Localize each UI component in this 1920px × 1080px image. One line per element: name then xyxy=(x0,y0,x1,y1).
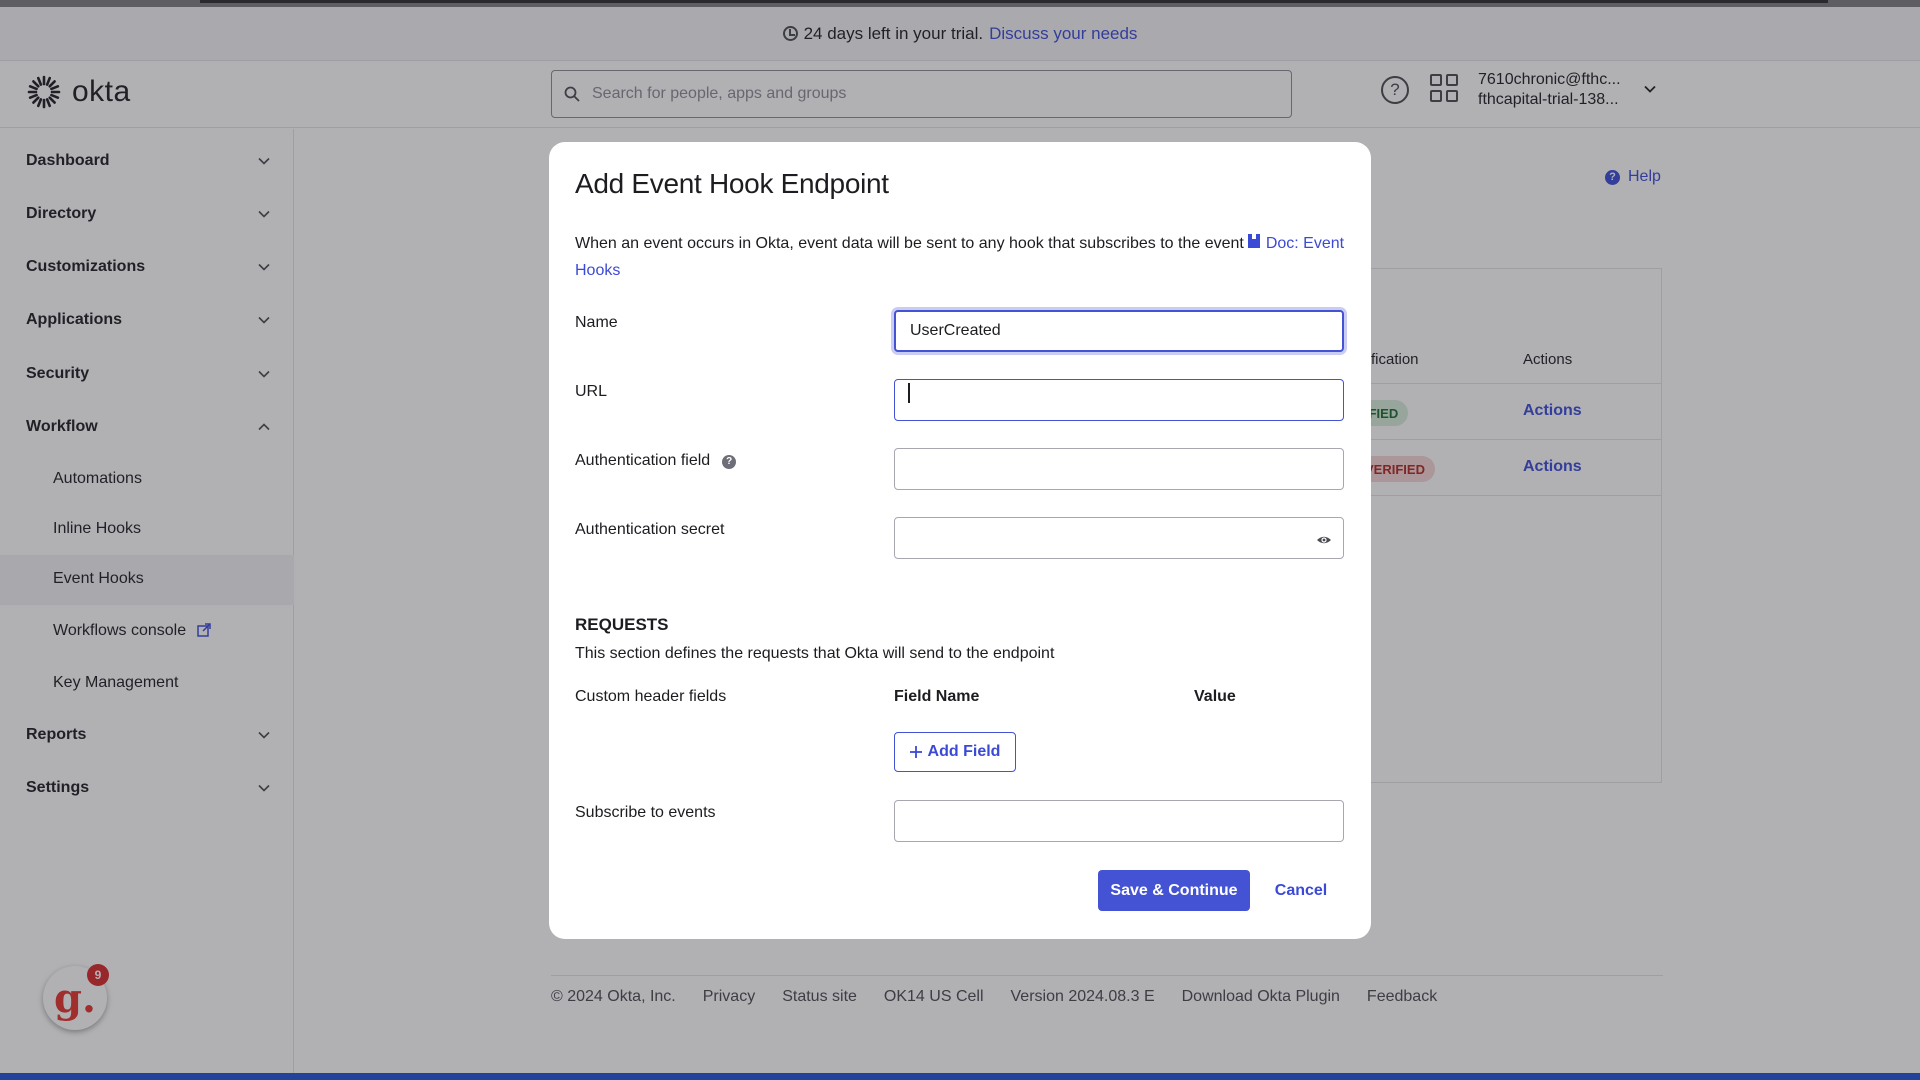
auth-secret-input[interactable] xyxy=(894,517,1344,559)
text-caret xyxy=(908,383,910,403)
field-name-header: Field Name xyxy=(894,688,980,705)
show-password-eye-icon[interactable] xyxy=(1316,532,1332,548)
subscribe-label: Subscribe to events xyxy=(575,804,716,821)
url-field[interactable] xyxy=(894,379,1344,421)
auth-secret-label: Authentication secret xyxy=(575,521,725,538)
save-continue-button[interactable]: Save & Continue xyxy=(1098,870,1250,911)
add-event-hook-dialog: Add Event Hook Endpoint When an event oc… xyxy=(549,142,1371,939)
subscribe-events-input[interactable] xyxy=(894,800,1344,842)
name-label: Name xyxy=(575,314,618,331)
requests-description: This section defines the requests that O… xyxy=(575,645,1055,662)
add-field-label: Add Field xyxy=(927,743,1001,760)
plus-icon xyxy=(909,746,922,758)
bookmark-icon xyxy=(1247,234,1260,248)
value-header: Value xyxy=(1194,688,1236,705)
dialog-title: Add Event Hook Endpoint xyxy=(575,168,889,199)
url-label: URL xyxy=(575,383,608,400)
custom-header-label: Custom header fields xyxy=(575,688,727,705)
auth-field-label-text: Authentication field xyxy=(575,452,711,469)
info-tooltip-icon[interactable]: ? xyxy=(722,455,737,469)
requests-heading: REQUESTS xyxy=(575,615,669,634)
cancel-button[interactable]: Cancel xyxy=(1268,870,1334,911)
name-field[interactable] xyxy=(894,310,1344,352)
add-field-button[interactable]: Add Field xyxy=(894,732,1016,772)
auth-field-input[interactable] xyxy=(894,448,1344,490)
description-text: When an event occurs in Okta, event data… xyxy=(575,235,1244,252)
auth-field-label: Authentication field? xyxy=(575,452,737,470)
dialog-description: When an event occurs in Okta, event data… xyxy=(575,230,1345,284)
